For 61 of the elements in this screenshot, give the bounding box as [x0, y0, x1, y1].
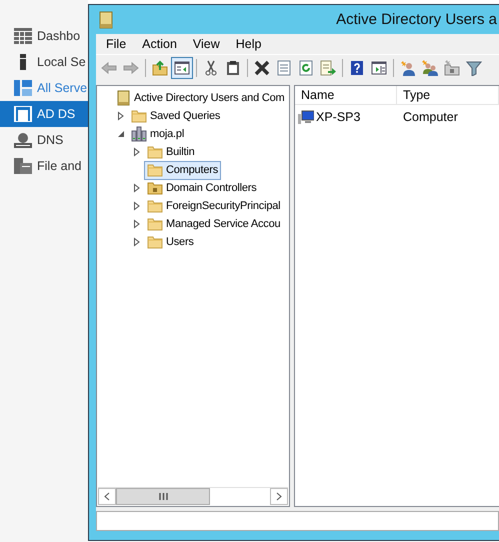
folder-arrow-icon: [152, 60, 168, 76]
sidebar-item[interactable]: Dashbo: [0, 23, 88, 49]
snap-in-icon: [99, 10, 113, 28]
table-cell[interactable]: XP-SP3: [316, 110, 360, 124]
tree-item[interactable]: Builtin: [144, 142, 198, 162]
window-pane-icon: [174, 60, 190, 76]
document-arrow-icon: [320, 60, 336, 76]
tree-item[interactable]: Domain Controllers: [144, 178, 260, 198]
server-icon: [131, 126, 147, 142]
globe-server-icon: [14, 132, 32, 148]
tree-item[interactable]: Users: [144, 232, 197, 252]
window-title: Active Directory Users a: [336, 11, 498, 28]
folder-icon: [147, 216, 163, 232]
left-arrow-icon: [101, 60, 117, 76]
x-icon: [254, 60, 270, 76]
snap-in-icon: [115, 90, 131, 106]
computer-icon: [298, 109, 314, 125]
right-chevron-icon: [276, 492, 282, 501]
sidebar-item[interactable]: AD DS: [0, 101, 88, 127]
directory-icon: [14, 106, 32, 122]
menu-item[interactable]: View: [184, 37, 228, 51]
tree-item[interactable]: Saved Queries: [128, 106, 224, 126]
sidebar-item[interactable]: All Serve: [0, 75, 88, 101]
help-icon: [349, 60, 365, 76]
filter-icon: [466, 60, 482, 76]
tree-item[interactable]: Active Directory Users and Com: [112, 88, 288, 108]
refresh-icon: [298, 60, 314, 76]
users-icon: [422, 60, 438, 76]
grid-icon: [14, 28, 32, 44]
horizontal-scrollbar[interactable]: [98, 487, 288, 505]
user-icon: [400, 60, 416, 76]
scissors-icon: [203, 60, 219, 76]
files-icon: [14, 158, 32, 174]
clipboard-icon: [225, 60, 241, 76]
sidebar-item[interactable]: DNS: [0, 127, 88, 153]
folder-icon: [147, 144, 163, 160]
folder-icon: [444, 60, 460, 76]
left-chevron-icon: [104, 492, 110, 501]
right-arrow-icon: [123, 60, 139, 76]
tree-item[interactable]: moja.pl: [128, 124, 188, 144]
window-pane-icon: [371, 60, 387, 76]
grip-icon: [158, 493, 168, 500]
column-header[interactable]: Name: [295, 86, 397, 104]
servers-icon: [14, 80, 32, 96]
menu-item[interactable]: File: [98, 37, 134, 51]
document-icon: [276, 60, 292, 76]
folder-icon: [147, 180, 163, 196]
folder-icon: [147, 162, 163, 178]
tree-item[interactable]: ForeignSecurityPrincipal: [144, 196, 284, 216]
menu-item[interactable]: Help: [228, 37, 270, 51]
menu-item[interactable]: Action: [134, 37, 185, 51]
sidebar-item[interactable]: File and: [0, 153, 88, 179]
tree-item[interactable]: Managed Service Accou: [144, 214, 284, 234]
folder-icon: [131, 108, 147, 124]
folder-icon: [147, 234, 163, 250]
console-tree-button[interactable]: [171, 57, 193, 79]
table-cell: Computer: [403, 110, 458, 124]
tree-item[interactable]: Computers: [144, 160, 221, 180]
folder-icon: [147, 198, 163, 214]
column-header[interactable]: Type: [397, 86, 499, 104]
sidebar-item[interactable]: Local Se: [0, 49, 88, 75]
